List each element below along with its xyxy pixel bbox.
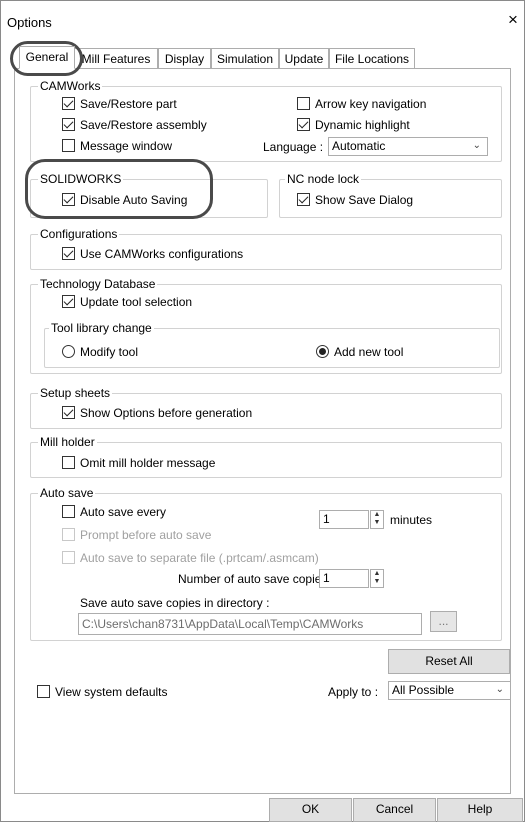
language-label: Language : — [263, 140, 324, 154]
auto-save-copies-label: Number of auto save copies: — [178, 572, 331, 586]
close-icon[interactable]: × — [508, 11, 518, 28]
use-camworks-configurations-checkbox[interactable] — [62, 247, 75, 260]
auto-save-group-label: Auto save — [38, 486, 96, 500]
tab-general[interactable]: General — [19, 46, 75, 69]
show-save-dialog-label: Show Save Dialog — [315, 193, 414, 207]
tab-file-locations[interactable]: File Locations — [329, 48, 415, 68]
save-restore-assembly-label: Save/Restore assembly — [80, 118, 207, 132]
show-options-before-generation-checkbox[interactable] — [62, 406, 75, 419]
cancel-button[interactable]: Cancel — [353, 798, 436, 822]
apply-to-select[interactable]: All Possible ⌄ — [388, 681, 511, 700]
language-value: Automatic — [332, 139, 386, 153]
view-system-defaults-label: View system defaults — [55, 685, 168, 699]
ok-button[interactable]: OK — [269, 798, 352, 822]
tab-mill-features[interactable]: Mill Features — [74, 48, 158, 68]
arrow-key-navigation-checkbox[interactable] — [297, 97, 310, 110]
show-save-dialog-checkbox[interactable] — [297, 193, 310, 206]
tab-simulation[interactable]: Simulation — [211, 48, 279, 68]
view-system-defaults-checkbox[interactable] — [37, 685, 50, 698]
arrow-key-navigation-label: Arrow key navigation — [315, 97, 427, 111]
disable-auto-saving-checkbox[interactable] — [62, 193, 75, 206]
add-new-tool-label: Add new tool — [334, 345, 404, 359]
tab-update[interactable]: Update — [279, 48, 329, 68]
show-options-before-generation-label: Show Options before generation — [80, 406, 253, 420]
use-camworks-configurations-label: Use CAMWorks configurations — [80, 247, 244, 261]
save-restore-part-label: Save/Restore part — [80, 97, 177, 111]
reset-all-button[interactable]: Reset All — [388, 649, 510, 674]
spin-up-icon[interactable]: ▲ — [371, 570, 383, 578]
dynamic-highlight-label: Dynamic highlight — [315, 118, 410, 132]
spin-up-icon[interactable]: ▲ — [371, 511, 383, 519]
tab-display[interactable]: Display — [158, 48, 211, 68]
camworks-group-label: CAMWorks — [38, 79, 103, 93]
auto-save-directory-label: Save auto save copies in directory : — [80, 596, 270, 610]
auto-save-copies-input[interactable]: 1 — [319, 569, 369, 588]
auto-save-every-checkbox[interactable] — [62, 505, 75, 518]
tool-library-change-label: Tool library change — [49, 321, 154, 335]
auto-save-copies-spinner[interactable]: ▲ ▼ — [370, 569, 384, 588]
help-button[interactable]: Help — [437, 798, 523, 822]
auto-save-interval-input[interactable]: 1 — [319, 510, 369, 529]
auto-save-separate-file-checkbox[interactable] — [62, 551, 75, 564]
prompt-before-auto-save-label: Prompt before auto save — [80, 528, 212, 542]
technology-database-group-label: Technology Database — [38, 277, 158, 291]
auto-save-separate-file-label: Auto save to separate file (.prtcam/.asm… — [80, 551, 319, 565]
prompt-before-auto-save-checkbox[interactable] — [62, 528, 75, 541]
apply-to-value: All Possible — [392, 683, 455, 697]
save-restore-assembly-checkbox[interactable] — [62, 118, 75, 131]
spin-down-icon[interactable]: ▼ — [371, 578, 383, 586]
spin-down-icon[interactable]: ▼ — [371, 519, 383, 527]
apply-to-label: Apply to : — [328, 685, 379, 699]
message-window-checkbox[interactable] — [62, 139, 75, 152]
dynamic-highlight-checkbox[interactable] — [297, 118, 310, 131]
omit-mill-holder-message-checkbox[interactable] — [62, 456, 75, 469]
dialog-title: Options — [7, 15, 52, 30]
update-tool-selection-label: Update tool selection — [80, 295, 193, 309]
save-restore-part-checkbox[interactable] — [62, 97, 75, 110]
options-dialog: Options × General Mill Features Display … — [0, 0, 525, 822]
chevron-down-icon: ⌄ — [495, 684, 504, 695]
nc-node-lock-group-label: NC node lock — [285, 172, 362, 186]
configurations-group-label: Configurations — [38, 227, 120, 241]
update-tool-selection-checkbox[interactable] — [62, 295, 75, 308]
modify-tool-radio[interactable] — [62, 345, 75, 358]
modify-tool-label: Modify tool — [80, 345, 139, 359]
message-window-label: Message window — [80, 139, 173, 153]
solidworks-group-label: SOLIDWORKS — [38, 172, 124, 186]
omit-mill-holder-message-label: Omit mill holder message — [80, 456, 216, 470]
minutes-label: minutes — [390, 513, 433, 527]
chevron-down-icon: ⌄ — [472, 140, 481, 151]
disable-auto-saving-label: Disable Auto Saving — [80, 193, 188, 207]
auto-save-interval-spinner[interactable]: ▲ ▼ — [370, 510, 384, 529]
add-new-tool-radio[interactable] — [316, 345, 329, 358]
auto-save-directory-field[interactable]: C:\Users\chan8731\AppData\Local\Temp\CAM… — [78, 613, 422, 635]
auto-save-every-label: Auto save every — [80, 505, 167, 519]
setup-sheets-group-label: Setup sheets — [38, 386, 113, 400]
mill-holder-group-label: Mill holder — [38, 435, 97, 449]
browse-directory-button[interactable]: ... — [430, 611, 457, 632]
language-select[interactable]: Automatic ⌄ — [328, 137, 488, 156]
